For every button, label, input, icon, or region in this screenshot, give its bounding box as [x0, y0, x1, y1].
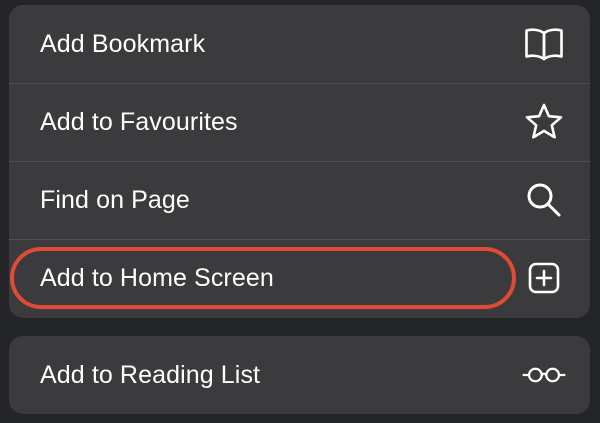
add-bookmark-row[interactable]: Add Bookmark — [9, 5, 590, 83]
add-to-reading-list-row[interactable]: Add to Reading List — [9, 336, 590, 414]
reading-list-group: Add to Reading List — [9, 336, 590, 414]
book-icon — [522, 22, 566, 66]
glasses-icon — [522, 353, 566, 397]
star-icon — [522, 100, 566, 144]
share-sheet-actions: Add Bookmark Add to Favourites Find on P… — [0, 0, 600, 423]
actions-group: Add Bookmark Add to Favourites Find on P… — [9, 5, 590, 318]
add-bookmark-label: Add Bookmark — [40, 29, 206, 58]
add-to-reading-list-label: Add to Reading List — [40, 360, 261, 389]
add-to-home-screen-row[interactable]: Add to Home Screen — [9, 239, 590, 317]
add-to-favourites-label: Add to Favourites — [40, 107, 238, 136]
add-to-home-screen-label: Add to Home Screen — [40, 263, 274, 292]
plus-square-icon — [522, 256, 566, 300]
find-on-page-row[interactable]: Find on Page — [9, 161, 590, 239]
find-on-page-label: Find on Page — [40, 185, 190, 214]
add-to-favourites-row[interactable]: Add to Favourites — [9, 83, 590, 161]
magnifying-glass-icon — [522, 178, 566, 222]
